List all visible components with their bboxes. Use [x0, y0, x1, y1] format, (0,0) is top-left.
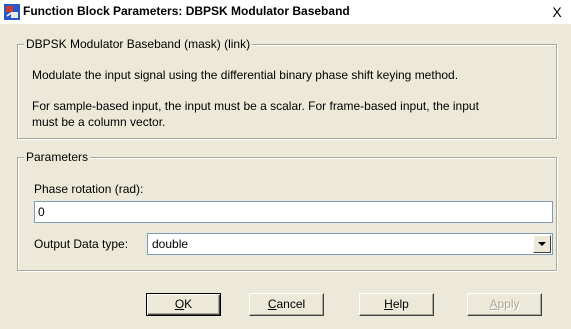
dialog-window: Function Block Parameters: DBPSK Modulat… — [0, 0, 571, 329]
phase-rotation-input[interactable] — [34, 201, 553, 223]
description-text-line2: For sample-based input, the input must b… — [32, 99, 479, 113]
title-bar[interactable]: Function Block Parameters: DBPSK Modulat… — [0, 0, 571, 24]
phase-rotation-label: Phase rotation (rad): — [34, 182, 144, 196]
output-data-type-label: Output Data type: — [34, 237, 129, 251]
output-data-type-value: double — [152, 237, 189, 251]
parameters-group: Parameters Phase rotation (rad): Output … — [17, 150, 557, 271]
cancel-button[interactable]: Cancel — [249, 293, 324, 316]
close-icon[interactable]: X — [549, 4, 565, 20]
chevron-down-icon[interactable] — [533, 235, 551, 253]
help-button[interactable]: Help — [359, 293, 434, 316]
ok-button[interactable]: OK — [146, 293, 221, 316]
description-group-label: DBPSK Modulator Baseband (mask) (link) — [24, 37, 253, 51]
window-title: Function Block Parameters: DBPSK Modulat… — [23, 4, 350, 18]
simulink-block-icon — [4, 4, 20, 20]
parameters-group-label: Parameters — [24, 150, 91, 164]
description-group: DBPSK Modulator Baseband (mask) (link) M… — [17, 37, 557, 139]
description-text-line1: Modulate the input signal using the diff… — [32, 68, 459, 82]
apply-button: Apply — [467, 293, 542, 316]
description-text-line3: must be a column vector. — [32, 115, 166, 129]
output-data-type-select[interactable]: double — [147, 233, 553, 255]
